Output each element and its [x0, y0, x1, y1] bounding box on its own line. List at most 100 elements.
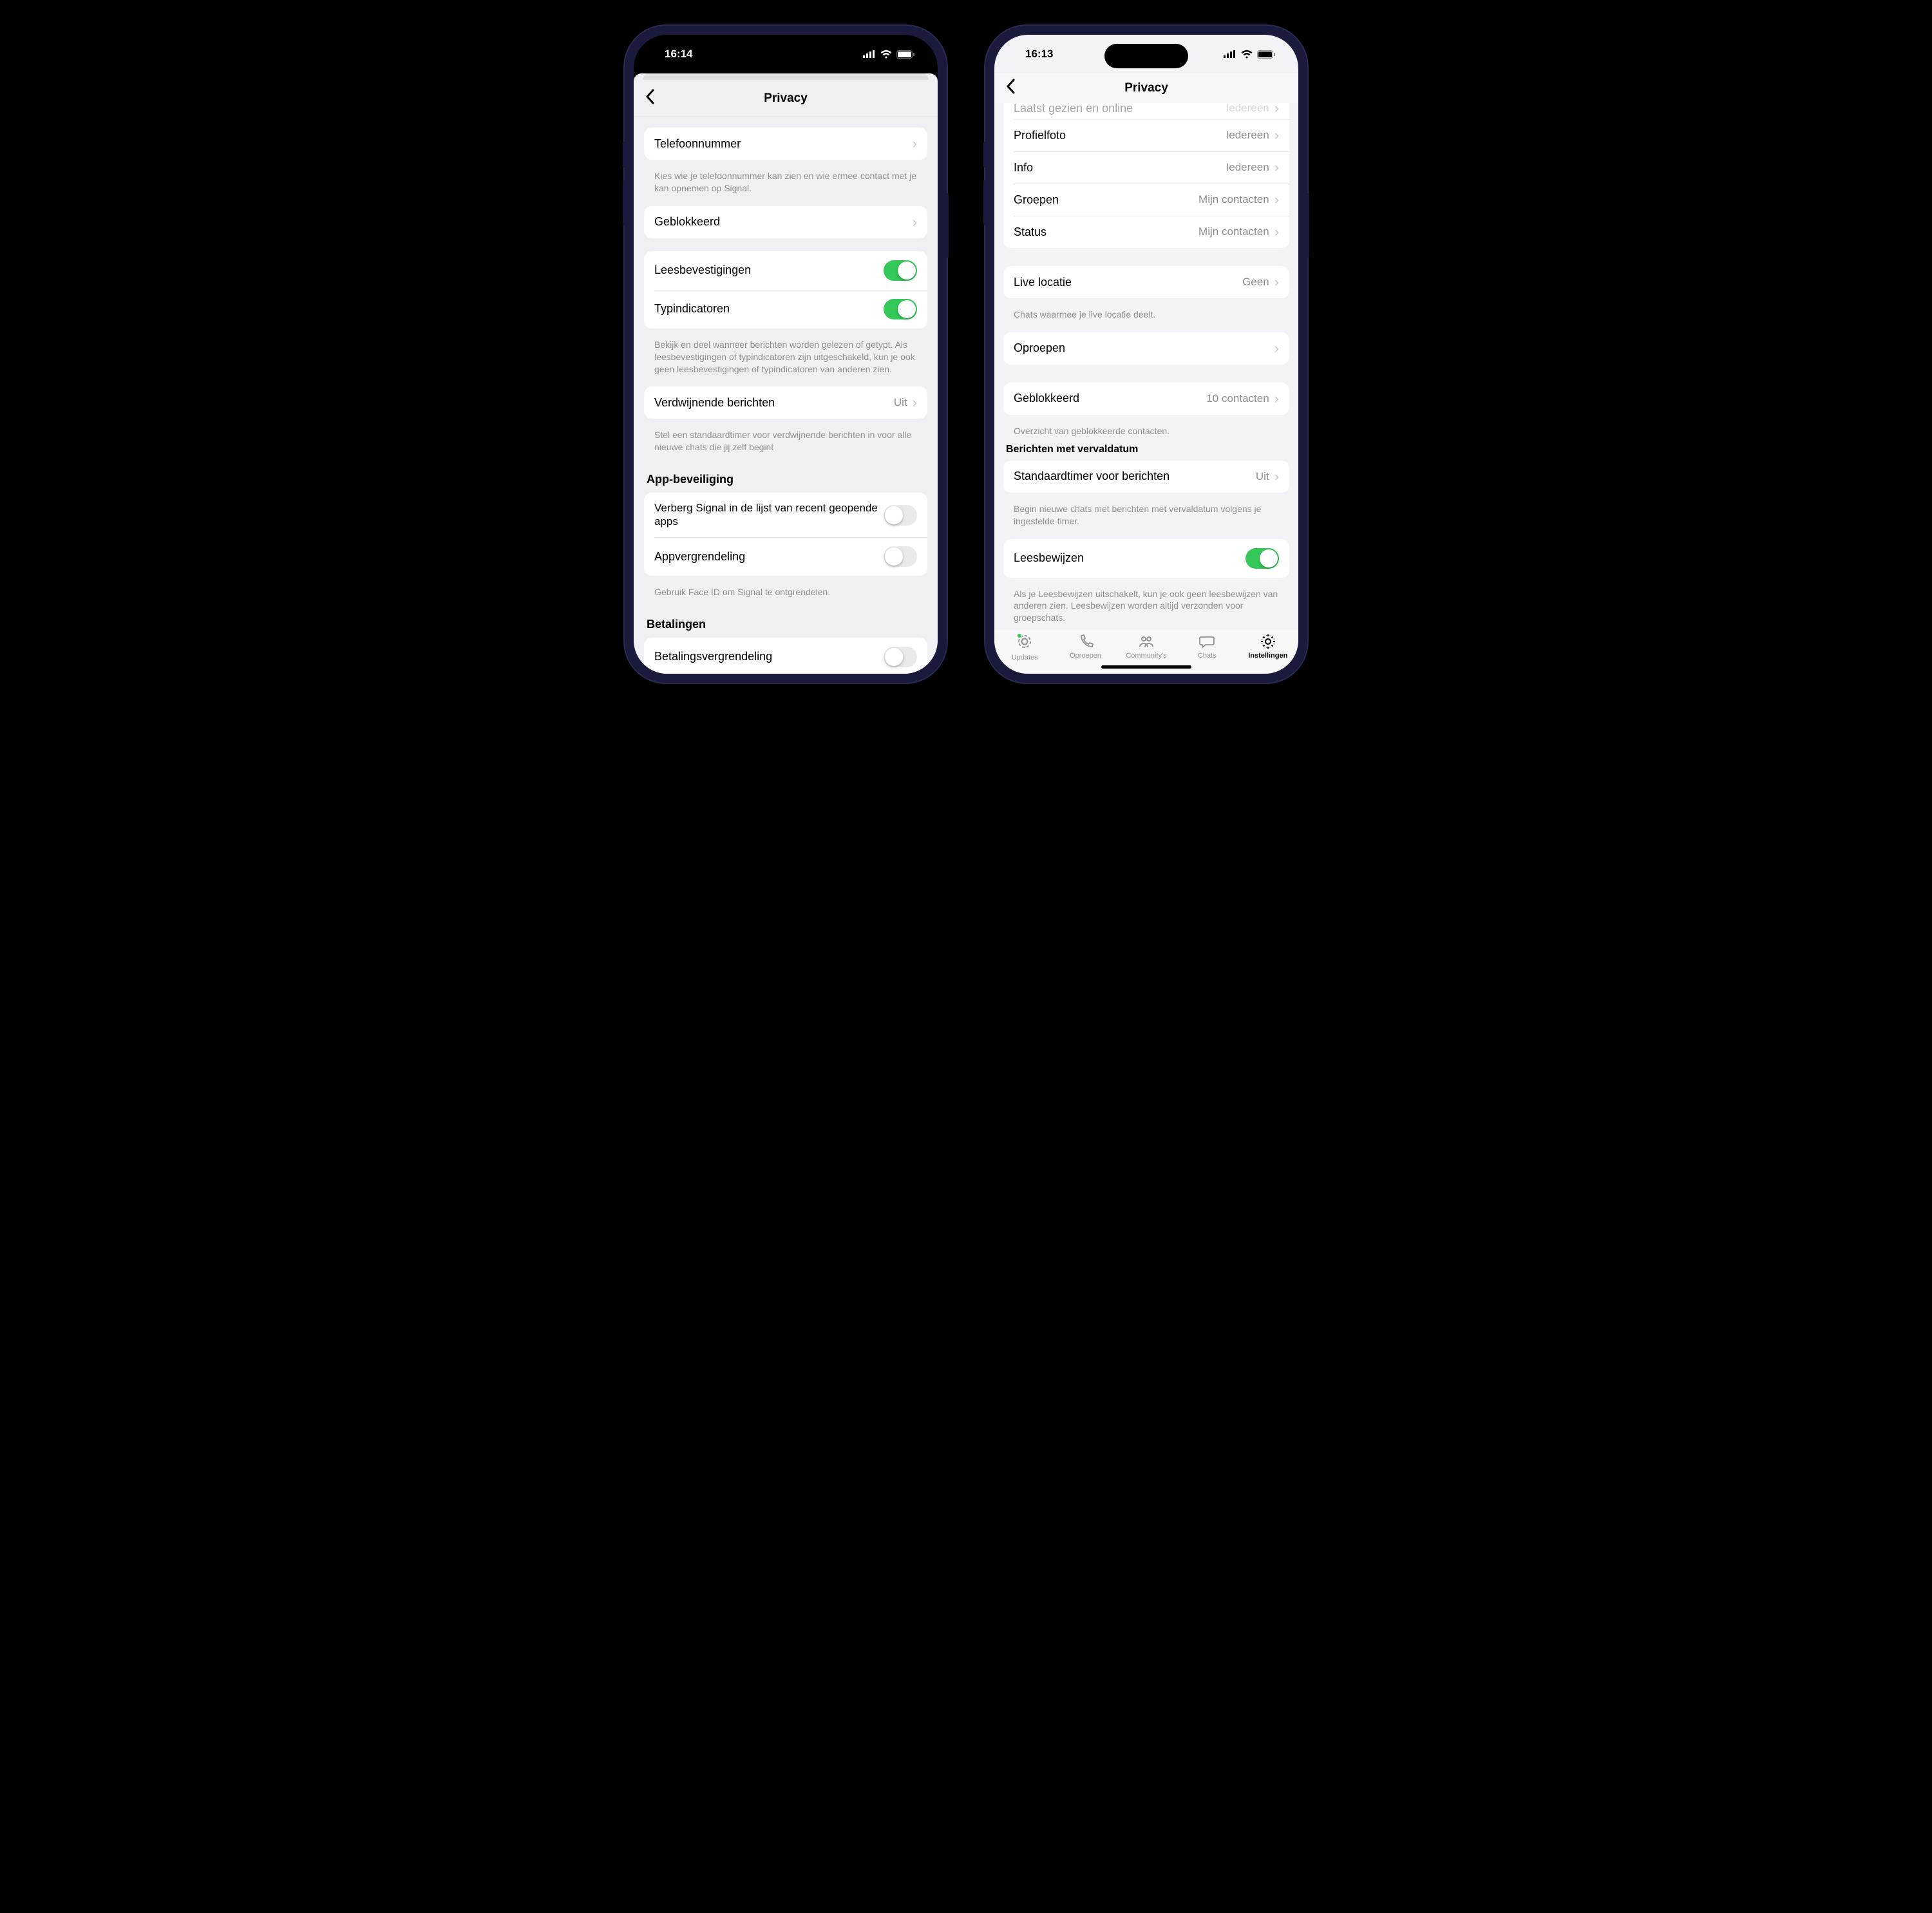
phone-icon	[1077, 633, 1095, 650]
tab-label: Oproepen	[1070, 652, 1101, 660]
row-blocked[interactable]: Geblokkeerd ›	[644, 206, 927, 238]
home-indicator[interactable]	[1101, 665, 1191, 669]
row-value: Mijn contacten	[1198, 193, 1269, 206]
chevron-right-icon: ›	[1274, 225, 1279, 239]
row-label: Leesbewijzen	[1014, 551, 1245, 565]
chevron-right-icon: ›	[1274, 103, 1279, 115]
page-title: Privacy	[764, 91, 808, 106]
chevron-right-icon: ›	[1274, 341, 1279, 356]
tab-calls[interactable]: Oproepen	[1055, 633, 1115, 660]
row-label: Geblokkeerd	[654, 215, 913, 229]
row-blocked[interactable]: Geblokkeerd 10 contacten ›	[1003, 383, 1289, 415]
row-profile-photo[interactable]: Profielfoto Iedereen ›	[1003, 119, 1289, 151]
clock: 16:13	[1025, 48, 1053, 61]
row-label: Verberg Signal in de lijst van recent ge…	[654, 502, 884, 528]
footer-app-lock: Gebruik Face ID om Signal te ontgrendele…	[644, 582, 927, 610]
row-label: Info	[1014, 161, 1226, 175]
chats-icon	[1198, 633, 1216, 650]
row-label: Verdwijnende berichten	[654, 396, 894, 410]
cellular-icon	[1224, 50, 1236, 58]
row-label: Status	[1014, 225, 1198, 239]
toggle-app-lock[interactable]	[884, 546, 917, 567]
tab-communities[interactable]: Community's	[1116, 633, 1177, 660]
row-value: Uit	[1256, 470, 1269, 483]
row-live-location[interactable]: Live locatie Geen ›	[1003, 266, 1289, 298]
toggle-hide-recent[interactable]	[884, 505, 917, 526]
row-value: Iedereen	[1226, 161, 1269, 174]
row-label: Laatst gezien en online	[1014, 103, 1226, 115]
row-label: Leesbevestigingen	[654, 263, 884, 277]
chevron-right-icon: ›	[913, 395, 917, 410]
row-label: Typindicatoren	[654, 302, 884, 316]
row-hide-recent-apps[interactable]: Verberg Signal in de lijst van recent ge…	[644, 493, 927, 537]
toggle-payments-lock[interactable]	[884, 647, 917, 667]
row-label: Oproepen	[1014, 341, 1274, 355]
row-app-lock[interactable]: Appvergrendeling	[644, 537, 927, 576]
footer-disappearing: Stel een standaardtimer voor verdwijnend…	[644, 425, 927, 465]
chevron-right-icon: ›	[913, 137, 917, 151]
page-title: Privacy	[1124, 81, 1168, 95]
row-label: Appvergrendeling	[654, 550, 884, 564]
chevron-right-icon: ›	[1274, 160, 1279, 175]
row-label: Geblokkeerd	[1014, 392, 1206, 405]
row-value: Geen	[1242, 276, 1269, 289]
row-disappearing-messages[interactable]: Verdwijnende berichten Uit ›	[644, 386, 927, 419]
tab-label: Community's	[1126, 652, 1166, 660]
row-label: Live locatie	[1014, 276, 1242, 289]
row-status[interactable]: Status Mijn contacten ›	[1003, 216, 1289, 248]
tab-chats[interactable]: Chats	[1177, 633, 1237, 660]
dynamic-island	[1104, 44, 1188, 68]
phone-frame-left: 16:14 Privacy	[625, 26, 947, 683]
section-header-app-security: App-beveiliging	[644, 465, 927, 493]
footer-read-receipts: Als je Leesbewijzen uitschakelt, kun je …	[1003, 584, 1289, 629]
back-button[interactable]	[645, 89, 654, 108]
navbar: Privacy	[994, 73, 1298, 103]
tab-label: Chats	[1198, 652, 1217, 660]
chevron-right-icon: ›	[1274, 470, 1279, 484]
toggle-typing-indicators[interactable]	[884, 299, 917, 319]
section-header-payments: Betalingen	[644, 610, 927, 638]
row-label: Betalingsvergrendeling	[654, 650, 884, 663]
tab-settings[interactable]: Instellingen	[1238, 633, 1298, 660]
tab-label: Updates	[1012, 654, 1038, 661]
row-value: Iedereen	[1226, 129, 1269, 142]
wifi-icon	[880, 50, 892, 59]
row-info[interactable]: Info Iedereen ›	[1003, 151, 1289, 184]
communities-icon	[1137, 633, 1155, 650]
battery-icon	[1257, 50, 1275, 59]
row-label: Profielfoto	[1014, 129, 1226, 142]
chevron-right-icon: ›	[1274, 275, 1279, 289]
chevron-right-icon: ›	[1274, 392, 1279, 406]
dynamic-island	[744, 44, 828, 68]
row-typing-indicators[interactable]: Typindicatoren	[644, 290, 927, 328]
battery-icon	[896, 50, 914, 59]
row-label: Telefoonnummer	[654, 137, 913, 151]
footer-live-location: Chats waarmee je live locatie deelt.	[1003, 305, 1289, 332]
row-phone-number[interactable]: Telefoonnummer ›	[644, 128, 927, 160]
row-read-receipts[interactable]: Leesbevestigingen	[644, 251, 927, 290]
footer-blocked: Overzicht van geblokkeerde contacten.	[1003, 421, 1289, 441]
clock: 16:14	[665, 48, 692, 61]
row-read-receipts[interactable]: Leesbewijzen	[1003, 539, 1289, 578]
row-last-seen[interactable]: Laatst gezien en online Iedereen ›	[1003, 103, 1289, 119]
phone-frame-right: 16:13 Privacy Laatst gezien en online Ie…	[985, 26, 1307, 683]
back-button[interactable]	[1006, 79, 1015, 98]
row-value: Uit	[894, 396, 907, 409]
toggle-read-receipts[interactable]	[1245, 548, 1279, 569]
row-groups[interactable]: Groepen Mijn contacten ›	[1003, 184, 1289, 216]
row-label: Groepen	[1014, 193, 1198, 207]
chevron-right-icon: ›	[1274, 193, 1279, 207]
row-value: 10 contacten	[1206, 392, 1269, 405]
settings-icon	[1259, 633, 1277, 650]
row-calls[interactable]: Oproepen ›	[1003, 332, 1289, 365]
tab-updates[interactable]: Updates	[994, 633, 1055, 661]
row-value: Iedereen	[1226, 103, 1269, 115]
tab-label: Instellingen	[1248, 652, 1287, 660]
wifi-icon	[1241, 50, 1253, 59]
row-default-timer[interactable]: Standaardtimer voor berichten Uit ›	[1003, 461, 1289, 493]
chevron-right-icon: ›	[1274, 128, 1279, 142]
toggle-read-receipts[interactable]	[884, 260, 917, 281]
row-payments-lock[interactable]: Betalingsvergrendeling	[644, 638, 927, 674]
row-label: Standaardtimer voor berichten	[1014, 470, 1256, 483]
footer-phone-number: Kies wie je telefoonnummer kan zien en w…	[644, 166, 927, 206]
